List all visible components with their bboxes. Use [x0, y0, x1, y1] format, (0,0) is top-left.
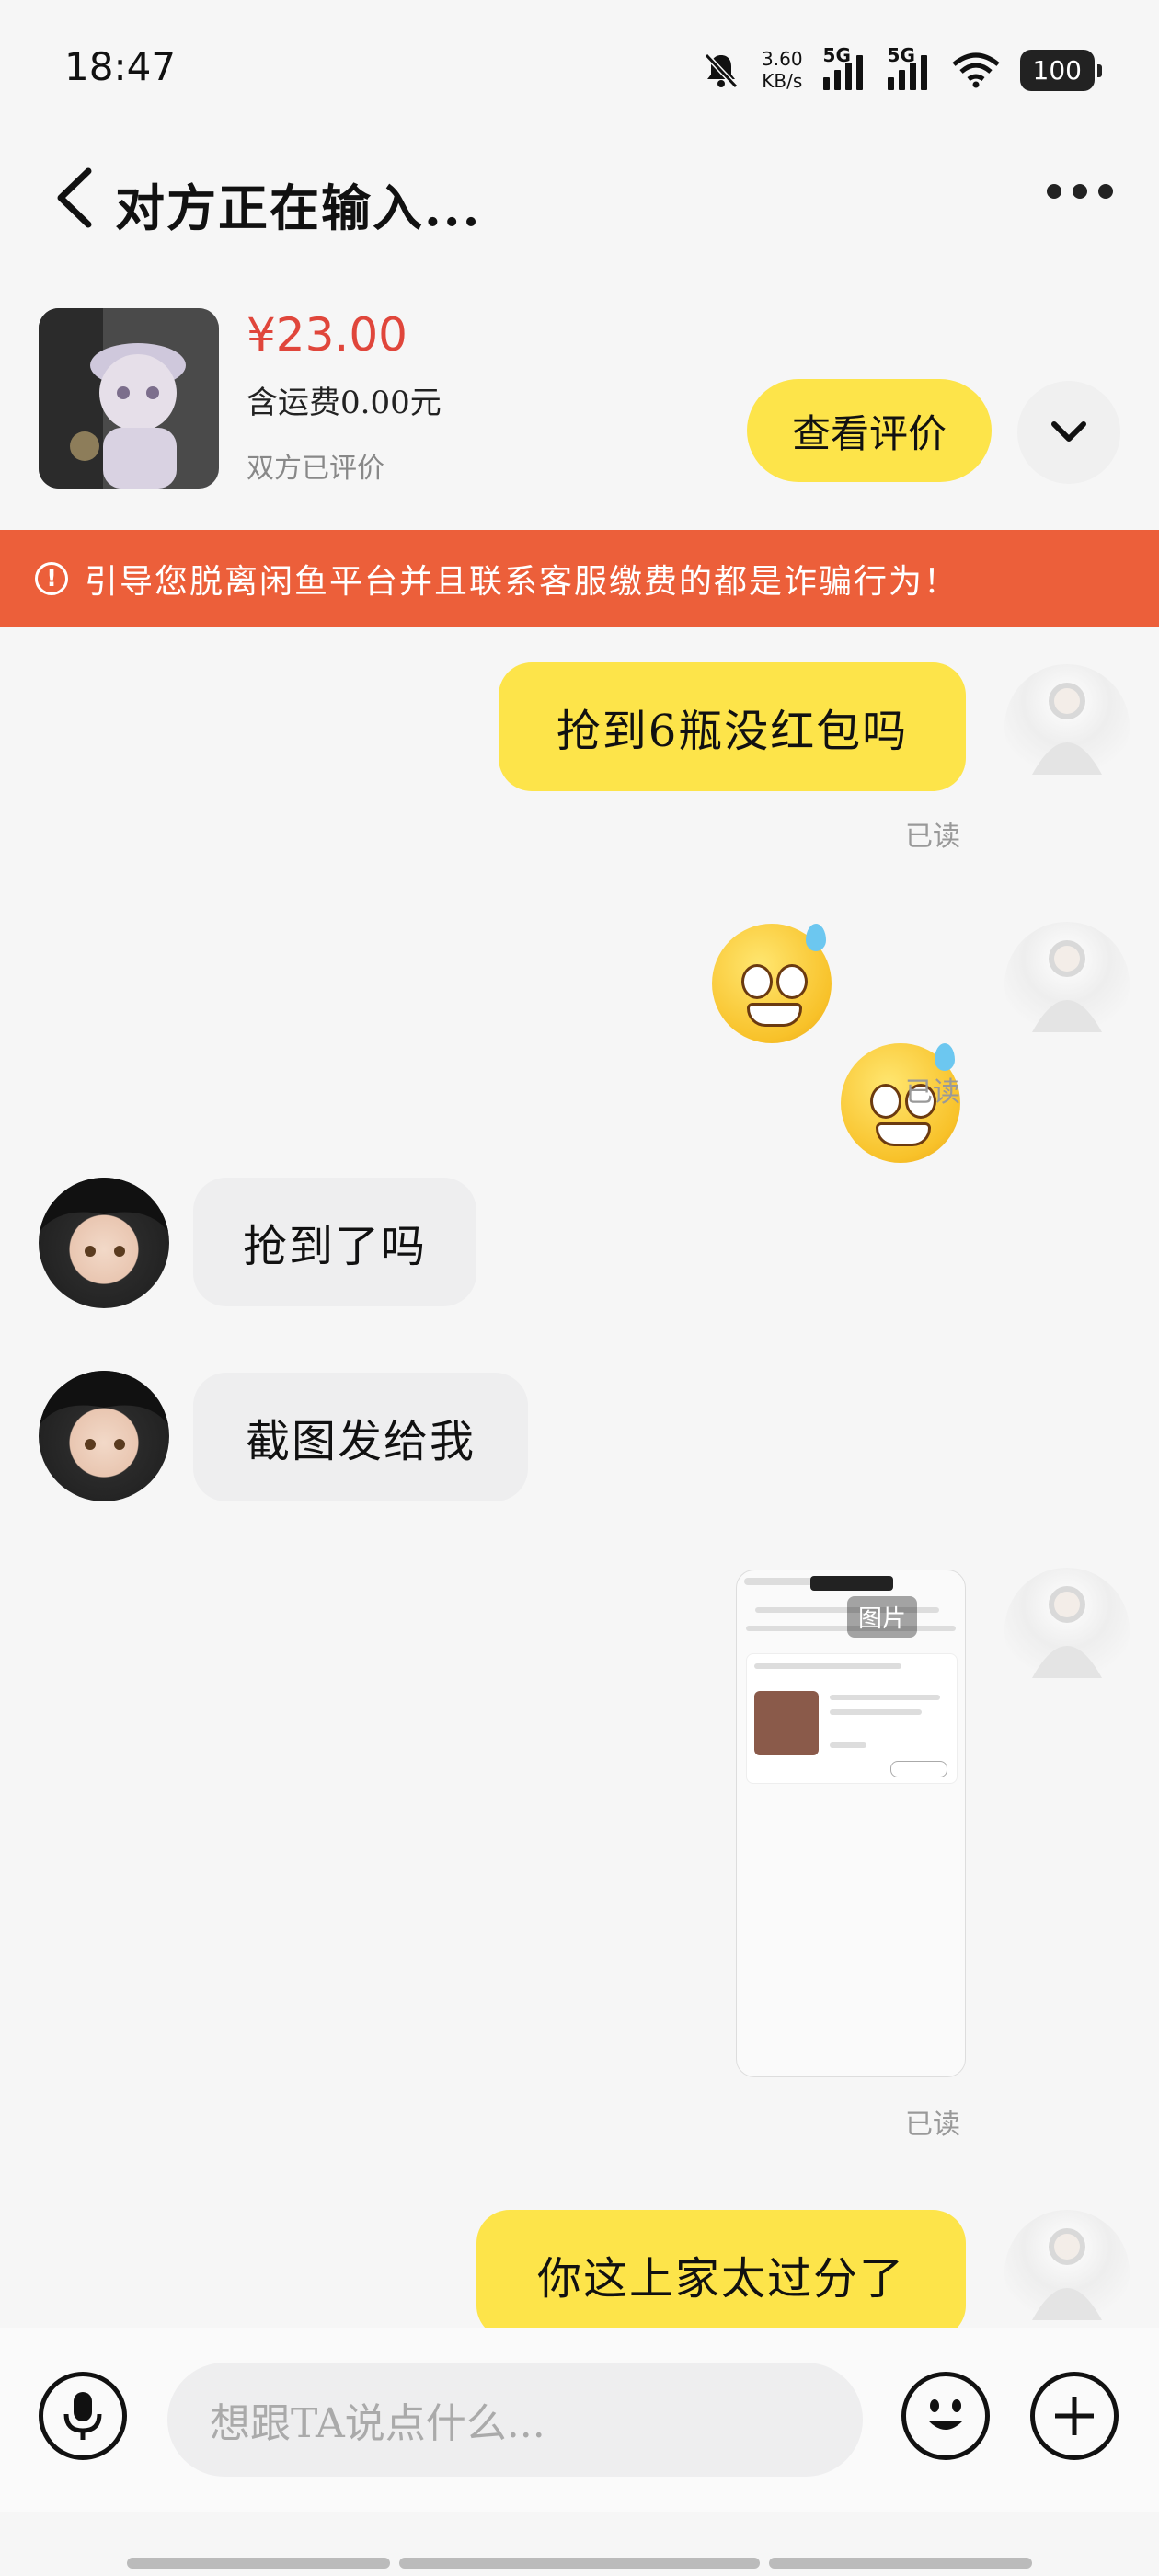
more-dots-icon[interactable]	[1047, 184, 1113, 199]
status-time: 18:47	[64, 44, 177, 89]
nav-indicator-right[interactable]	[769, 2558, 1032, 2569]
message-bubble-sent[interactable]: 你这上家太过分了	[476, 2210, 966, 2328]
plus-icon	[1055, 2397, 1094, 2435]
mute-bell-icon	[704, 52, 739, 89]
speed-value: 3.60	[762, 48, 803, 70]
sim1-label: 5G	[822, 44, 851, 66]
voice-button[interactable]	[39, 2372, 127, 2460]
emoji-button[interactable]	[901, 2372, 990, 2460]
my-avatar[interactable]	[1004, 2210, 1130, 2328]
message-input[interactable]: 想跟TA说点什么...	[167, 2363, 863, 2477]
image-message[interactable]: 图片	[736, 1570, 966, 2077]
alert-icon: !	[35, 562, 68, 595]
contact-avatar[interactable]	[39, 1371, 169, 1501]
message-row-clipped: 你这上家太过分了	[0, 2199, 1159, 2328]
fraud-warning-banner: ! 引导您脱离闲鱼平台并且联系客服缴费的都是诈骗行为！	[0, 530, 1159, 627]
nav-indicator-left[interactable]	[127, 2558, 390, 2569]
status-icons: 3.60 KB/s 5G 5G 100	[701, 42, 1103, 98]
microphone-icon	[63, 2392, 102, 2440]
read-status: 已读	[905, 1076, 960, 1109]
my-avatar[interactable]	[1004, 664, 1130, 789]
sim2-label: 5G	[887, 44, 915, 66]
view-review-button[interactable]: 查看评价	[747, 379, 992, 482]
signal-icon-2: 5G	[887, 44, 932, 90]
contact-avatar[interactable]	[39, 1178, 169, 1308]
chat-title: 对方正在输入...	[115, 178, 482, 237]
order-card-preview	[746, 1653, 958, 1784]
image-tag: 图片	[847, 1596, 918, 1638]
product-thumbnail[interactable]	[39, 308, 219, 489]
signal-icon: 5G	[822, 44, 867, 90]
product-price: ¥23.00	[247, 308, 407, 362]
expand-button[interactable]	[1017, 381, 1120, 484]
network-speed: 3.60 KB/s	[762, 48, 803, 92]
shipping-info: 含运费0.00元	[247, 385, 442, 421]
read-status: 已读	[905, 2109, 960, 2141]
rating-status: 双方已评价	[247, 453, 384, 485]
wifi-icon	[951, 52, 1000, 88]
speed-unit: KB/s	[762, 70, 803, 92]
nav-indicator-center[interactable]	[399, 2558, 760, 2569]
message-bubble-received[interactable]: 截图发给我	[193, 1373, 528, 1501]
smiley-face-icon	[928, 2399, 963, 2430]
plus-button[interactable]	[1030, 2372, 1119, 2460]
warning-text: 引导您脱离闲鱼平台并且联系客服缴费的都是诈骗行为！	[85, 563, 959, 601]
message-bubble-sent[interactable]: 抢到6瓶没红包吗	[499, 662, 966, 791]
message-bubble-received[interactable]: 抢到了吗	[193, 1178, 476, 1306]
sweat-smile-emoji[interactable]	[712, 924, 832, 1043]
my-avatar[interactable]	[1004, 1568, 1130, 1693]
my-avatar[interactable]	[1004, 922, 1130, 1047]
read-status: 已读	[905, 821, 960, 853]
battery-icon: 100	[1019, 49, 1103, 91]
chevron-down-icon	[1051, 421, 1086, 442]
back-chevron-icon[interactable]	[53, 167, 94, 228]
